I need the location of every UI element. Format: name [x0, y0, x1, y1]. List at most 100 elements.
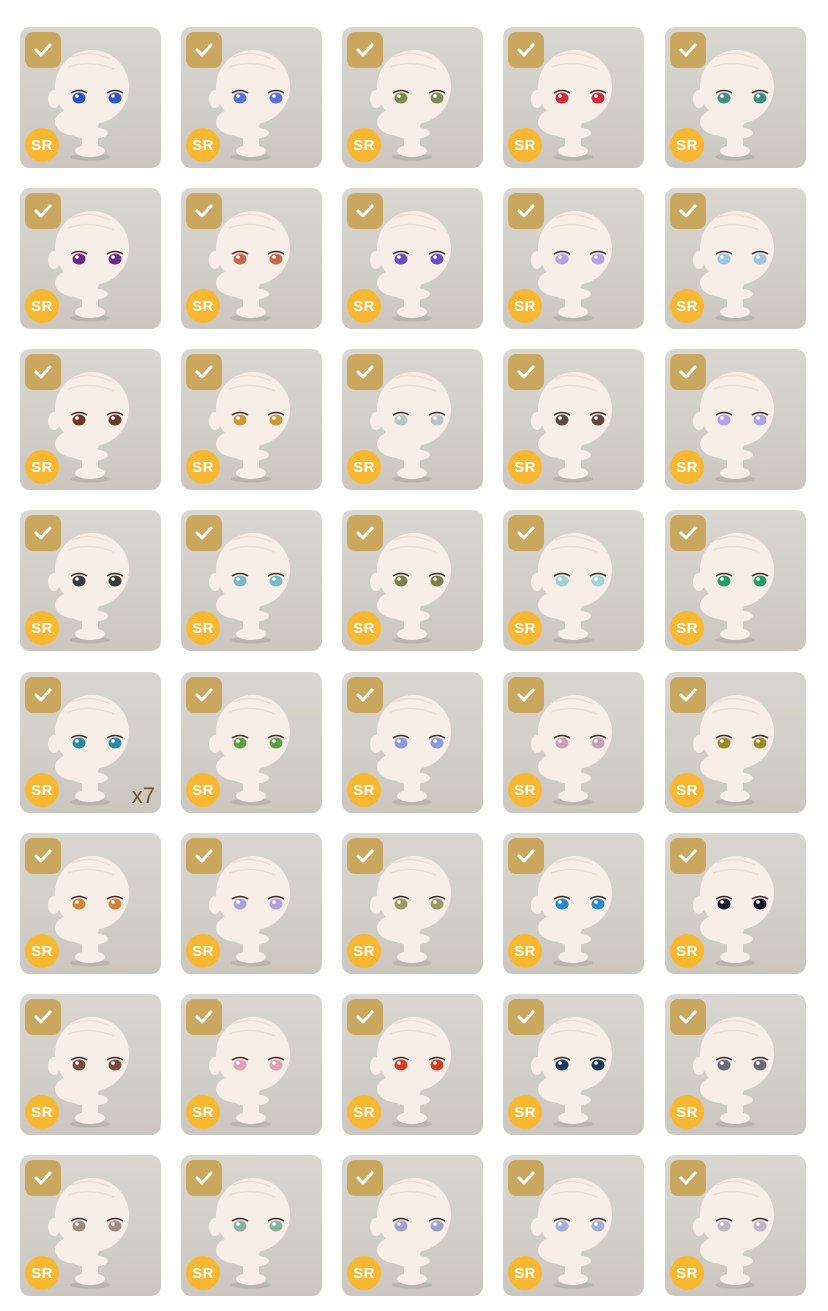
sr-rarity-badge: SR: [186, 289, 220, 323]
eye-item-tile[interactable]: SR: [20, 1155, 161, 1296]
checkmark-icon: [347, 32, 383, 68]
eye-item-tile[interactable]: SR: [503, 1155, 644, 1296]
sr-rarity-badge: SR: [508, 773, 542, 807]
sr-rarity-badge: SR: [25, 128, 59, 162]
eye-item-tile[interactable]: SR: [503, 672, 644, 813]
eye-item-tile[interactable]: SR: [503, 833, 644, 974]
eye-item-tile[interactable]: SR: [665, 833, 806, 974]
eye-item-tile[interactable]: SR: [181, 994, 322, 1135]
checkmark-icon: [347, 354, 383, 390]
eye-item-tile[interactable]: SR: [342, 833, 483, 974]
sr-rarity-badge: SR: [186, 1095, 220, 1129]
sr-rarity-badge: SR: [347, 1095, 381, 1129]
checkmark-icon: [670, 515, 706, 551]
sr-rarity-badge: SR: [25, 1256, 59, 1290]
checkmark-icon: [670, 32, 706, 68]
sr-rarity-badge: SR: [508, 450, 542, 484]
checkmark-icon: [508, 1160, 544, 1196]
checkmark-icon: [670, 838, 706, 874]
sr-rarity-badge: SR: [508, 128, 542, 162]
eye-item-tile[interactable]: SR: [342, 672, 483, 813]
eye-item-tile[interactable]: SR: [342, 188, 483, 329]
eye-item-tile[interactable]: SR: [342, 510, 483, 651]
checkmark-icon: [508, 354, 544, 390]
sr-rarity-badge: SR: [670, 289, 704, 323]
sr-rarity-badge: SR: [347, 611, 381, 645]
eye-item-tile[interactable]: SR: [181, 833, 322, 974]
checkmark-icon: [186, 515, 222, 551]
eye-item-tile[interactable]: SR: [665, 672, 806, 813]
sr-rarity-badge: SR: [508, 289, 542, 323]
eye-item-tile[interactable]: SR: [20, 27, 161, 168]
checkmark-icon: [186, 999, 222, 1035]
sr-rarity-badge: SR: [670, 128, 704, 162]
eye-item-tile[interactable]: SR: [181, 188, 322, 329]
eye-item-tile[interactable]: SR: [665, 510, 806, 651]
checkmark-icon: [186, 677, 222, 713]
eye-item-tile[interactable]: SR: [181, 672, 322, 813]
eye-item-tile[interactable]: SR: [20, 349, 161, 490]
checkmark-icon: [25, 515, 61, 551]
eye-item-tile[interactable]: SR: [181, 1155, 322, 1296]
eye-item-tile[interactable]: SR: [665, 349, 806, 490]
sr-rarity-badge: SR: [670, 1256, 704, 1290]
eye-item-tile[interactable]: SR: [342, 349, 483, 490]
eye-item-tile[interactable]: SR: [342, 994, 483, 1135]
item-count-label: x7: [131, 783, 155, 808]
eye-item-tile[interactable]: SR: [20, 833, 161, 974]
eye-item-tile[interactable]: SR: [503, 349, 644, 490]
sr-rarity-badge: SR: [670, 934, 704, 968]
eye-item-tile[interactable]: SR: [181, 510, 322, 651]
checkmark-icon: [508, 999, 544, 1035]
eye-item-tile[interactable]: SR: [503, 510, 644, 651]
sr-rarity-badge: SR: [347, 773, 381, 807]
eye-item-tile[interactable]: SR: [665, 27, 806, 168]
sr-rarity-badge: SR: [186, 611, 220, 645]
sr-rarity-badge: SR: [508, 1256, 542, 1290]
sr-rarity-badge: SR: [670, 611, 704, 645]
sr-rarity-badge: SR: [25, 934, 59, 968]
sr-rarity-badge: SR: [670, 450, 704, 484]
checkmark-icon: [508, 838, 544, 874]
checkmark-icon: [508, 515, 544, 551]
eye-item-tile[interactable]: SR: [503, 27, 644, 168]
sr-rarity-badge: SR: [25, 773, 59, 807]
eye-item-tile[interactable]: SR: [20, 188, 161, 329]
sr-rarity-badge: SR: [508, 1095, 542, 1129]
checkmark-icon: [25, 999, 61, 1035]
sr-rarity-badge: SR: [347, 1256, 381, 1290]
sr-rarity-badge: SR: [186, 450, 220, 484]
sr-rarity-badge: SR: [508, 611, 542, 645]
sr-rarity-badge: SR: [670, 1095, 704, 1129]
eye-item-tile[interactable]: SR: [665, 994, 806, 1135]
eye-item-tile[interactable]: SR: [503, 994, 644, 1135]
checkmark-icon: [670, 193, 706, 229]
checkmark-icon: [186, 838, 222, 874]
checkmark-icon: [25, 677, 61, 713]
eye-item-tile[interactable]: SR: [503, 188, 644, 329]
checkmark-icon: [670, 999, 706, 1035]
eye-item-tile[interactable]: SR: [342, 27, 483, 168]
eye-item-tile[interactable]: SR: [20, 994, 161, 1135]
checkmark-icon: [186, 1160, 222, 1196]
eye-item-tile[interactable]: SR: [665, 188, 806, 329]
eye-item-tile[interactable]: SR: [342, 1155, 483, 1296]
eye-item-tile[interactable]: SR: [181, 27, 322, 168]
eye-item-tile[interactable]: SR: [20, 510, 161, 651]
sr-rarity-badge: SR: [508, 934, 542, 968]
checkmark-icon: [347, 1160, 383, 1196]
checkmark-icon: [347, 193, 383, 229]
checkmark-icon: [25, 1160, 61, 1196]
checkmark-icon: [347, 677, 383, 713]
sr-rarity-badge: SR: [186, 128, 220, 162]
checkmark-icon: [508, 32, 544, 68]
checkmark-icon: [670, 677, 706, 713]
eye-item-tile[interactable]: SR: [665, 1155, 806, 1296]
eyes-inventory-grid: SR SR SR SR SR SR SR SR SR SR SR SR SR SR SR SR SR SR SR SR…: [0, 0, 828, 1311]
checkmark-icon: [670, 354, 706, 390]
sr-rarity-badge: SR: [347, 289, 381, 323]
sr-rarity-badge: SR: [186, 773, 220, 807]
eye-item-tile[interactable]: SR x7: [20, 672, 161, 813]
checkmark-icon: [25, 193, 61, 229]
eye-item-tile[interactable]: SR: [181, 349, 322, 490]
